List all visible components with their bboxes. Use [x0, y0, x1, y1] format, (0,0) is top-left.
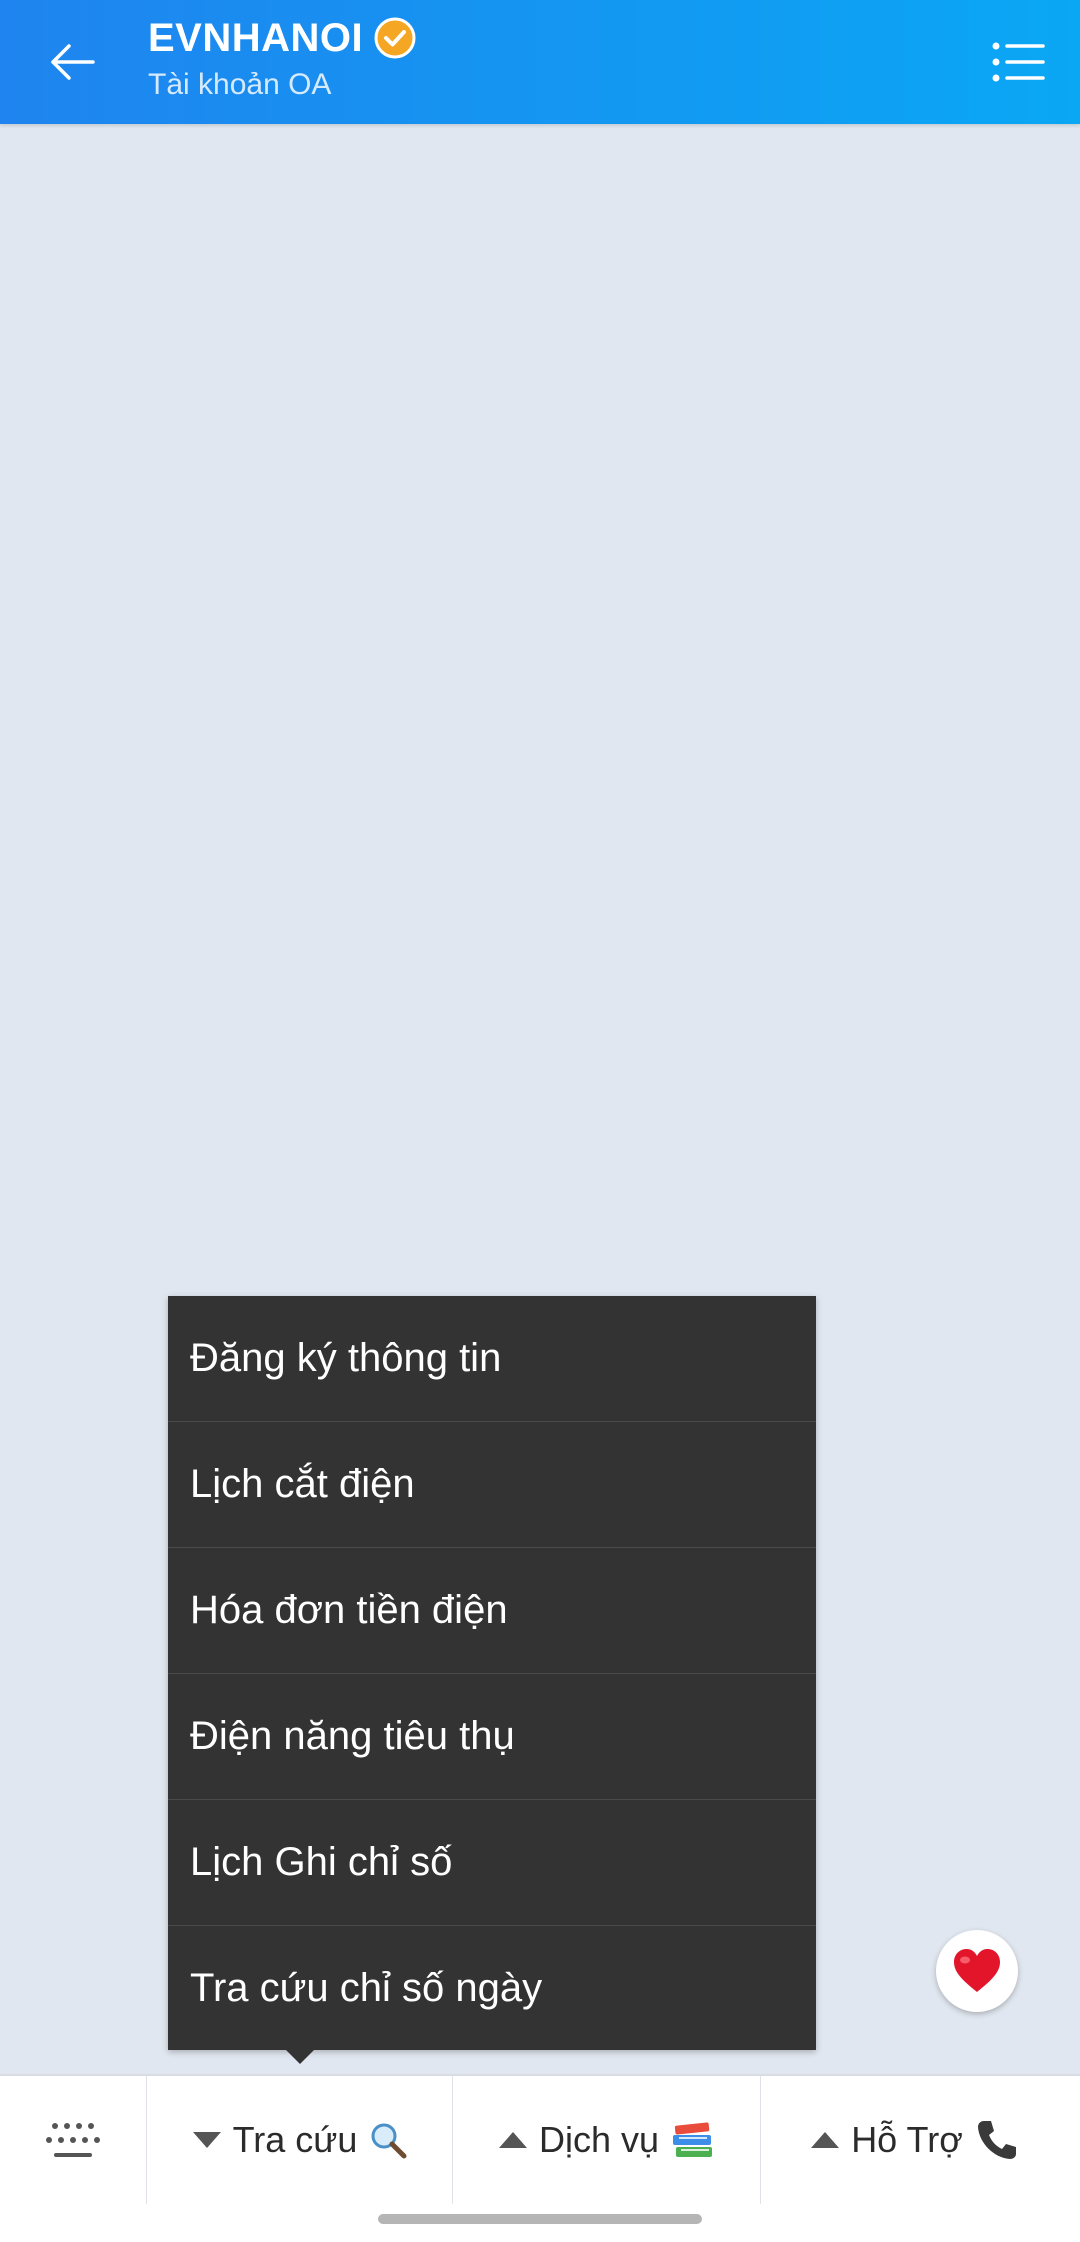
chat-header: EVNHANOI Tài khoản OA — [0, 0, 1080, 124]
tab-dich-vu-label: Dịch vụ — [538, 2119, 660, 2160]
caret-up-icon — [811, 2132, 840, 2148]
account-title[interactable]: EVNHANOI — [148, 16, 363, 61]
heart-icon — [954, 1949, 1000, 1992]
tab-tra-cuu[interactable]: Tra cứu — [146, 2076, 453, 2204]
home-indicator — [378, 2214, 702, 2224]
list-menu-icon — [992, 42, 1045, 82]
options-menu-button[interactable] — [976, 22, 1060, 102]
menu-item-dien-nang-tieu-thu[interactable]: Điện năng tiêu thụ — [168, 1674, 816, 1800]
menu-item-lich-cat-dien[interactable]: Lịch cắt điện — [168, 1422, 816, 1548]
arrow-left-icon — [51, 44, 95, 80]
magnifier-icon — [369, 2121, 407, 2159]
menu-item-tra-cuu-chi-so-ngay[interactable]: Tra cứu chỉ số ngày — [168, 1926, 816, 2050]
caret-up-icon — [498, 2132, 527, 2148]
keyboard-toggle-button[interactable] — [0, 2076, 146, 2204]
tab-ho-tro-label: Hỗ Trợ — [851, 2119, 963, 2160]
caret-down-icon — [192, 2132, 221, 2148]
phone-icon — [975, 2118, 1019, 2162]
back-button[interactable] — [28, 22, 116, 102]
keyboard-dots-icon — [46, 2123, 100, 2157]
books-icon — [671, 2120, 715, 2160]
account-subtitle: Tài khoản OA — [148, 68, 332, 101]
tab-tra-cuu-label: Tra cứu — [232, 2119, 358, 2160]
reaction-button[interactable] — [936, 1930, 1018, 2012]
verified-check-icon — [374, 17, 416, 59]
menu-item-hoa-don-tien-dien[interactable]: Hóa đơn tiền điện — [168, 1548, 816, 1674]
tab-ho-tro[interactable]: Hỗ Trợ — [760, 2076, 1069, 2204]
menu-item-lich-ghi-chi-so[interactable]: Lịch Ghi chỉ số — [168, 1800, 816, 1926]
tra-cuu-popup-menu: Đăng ký thông tin Lịch cắt điện Hóa đơn … — [168, 1296, 816, 2050]
tab-dich-vu[interactable]: Dịch vụ — [452, 2076, 761, 2204]
popup-pointer — [286, 2050, 314, 2064]
menu-item-dang-ky-thong-tin[interactable]: Đăng ký thông tin — [168, 1296, 816, 1422]
